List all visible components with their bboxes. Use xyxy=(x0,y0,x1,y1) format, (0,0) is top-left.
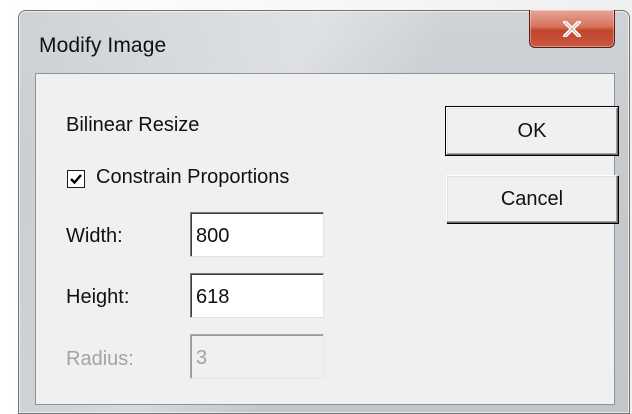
dialog-client-area: Bilinear Resize Constrain Proportions Wi… xyxy=(35,73,619,405)
desktop-background: Modify Image Bilinear Resize Constrain P… xyxy=(0,0,632,414)
width-input[interactable] xyxy=(190,212,324,257)
height-input[interactable] xyxy=(190,273,324,318)
height-label: Height: xyxy=(66,286,130,308)
close-button[interactable] xyxy=(529,10,615,48)
close-x-icon xyxy=(563,20,581,37)
radius-input xyxy=(190,334,324,379)
window-title: Modify Image xyxy=(39,34,167,57)
width-label: Width: xyxy=(66,225,123,247)
constrain-proportions-label: Constrain Proportions xyxy=(96,166,290,188)
modify-image-dialog: Modify Image Bilinear Resize Constrain P… xyxy=(18,10,630,414)
constrain-proportions-checkbox[interactable] xyxy=(67,170,85,188)
checkmark-icon xyxy=(70,174,82,185)
ok-button[interactable]: OK xyxy=(445,106,619,156)
resize-method-label: Bilinear Resize xyxy=(66,114,200,136)
radius-label: Radius: xyxy=(66,348,134,370)
cancel-button[interactable]: Cancel xyxy=(446,175,618,223)
